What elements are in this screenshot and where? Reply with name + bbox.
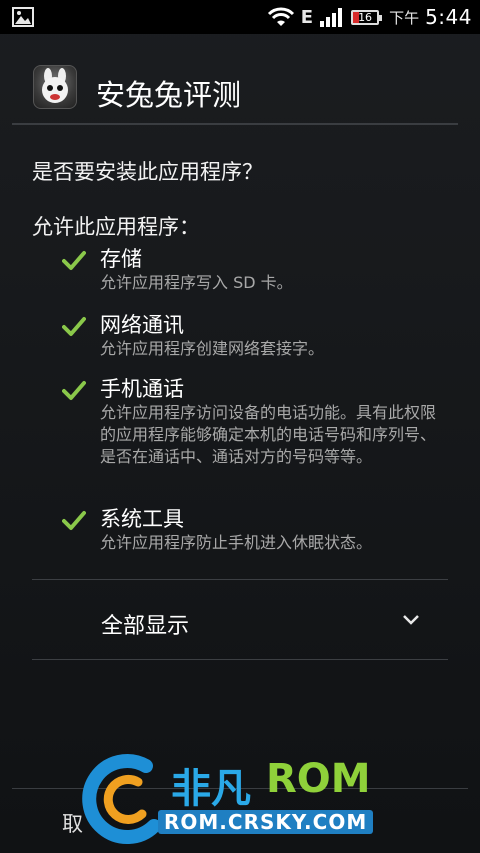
- permission-title: 手机通话: [100, 377, 184, 401]
- permission-desc: 允许应用程序访问设备的电话功能。具有此权限的应用程序能够确定本机的电话号码和序列…: [100, 403, 437, 466]
- rabbit-face-icon: [42, 68, 68, 103]
- battery-level: 16: [358, 10, 373, 24]
- wifi-icon: [267, 7, 294, 26]
- image-notification-icon: [12, 7, 34, 27]
- show-all-button[interactable]: 全部显示: [32, 580, 448, 660]
- permission-title: 存储: [100, 247, 142, 271]
- header-divider: [12, 123, 458, 125]
- check-icon: [62, 317, 86, 336]
- watermark-brand-en: ROM: [266, 756, 371, 802]
- permission-desc: 允许应用程序防止手机进入休眠状态。: [100, 533, 373, 552]
- chevron-down-icon: [403, 615, 419, 625]
- divider: [32, 659, 448, 660]
- antutu-app-icon: [33, 65, 77, 109]
- permission-desc: 允许应用程序写入 SD 卡。: [100, 273, 293, 292]
- ampm-label: 下午: [389, 8, 420, 27]
- check-icon: [62, 251, 86, 270]
- watermark-url: ROM.CRSKY.COM: [158, 810, 374, 834]
- permission-title: 系统工具: [100, 507, 184, 531]
- permission-desc: 允许应用程序创建网络套接字。: [100, 339, 325, 358]
- check-icon: [62, 381, 86, 400]
- watermark-logo: [82, 754, 161, 845]
- clock: 5:44: [425, 5, 472, 29]
- watermark-brand-cn: 非凡: [171, 766, 251, 812]
- network-type-label: E: [300, 6, 314, 28]
- battery-icon: 16: [351, 9, 383, 25]
- allow-label: 允许此应用程序：: [32, 215, 200, 239]
- watermark: 非凡 ROM ROM.CRSKY.COM: [76, 748, 476, 853]
- signal-strength-icon: [320, 8, 343, 27]
- show-all-label: 全部显示: [101, 614, 190, 639]
- status-bar: E 16 下午 5:44: [0, 0, 480, 34]
- app-title: 安兔兔评测: [96, 78, 242, 112]
- permission-title: 网络通讯: [100, 313, 184, 337]
- install-question: 是否要安装此应用程序？: [32, 160, 263, 184]
- app-header: 安兔兔评测: [0, 34, 480, 124]
- check-icon: [62, 511, 86, 530]
